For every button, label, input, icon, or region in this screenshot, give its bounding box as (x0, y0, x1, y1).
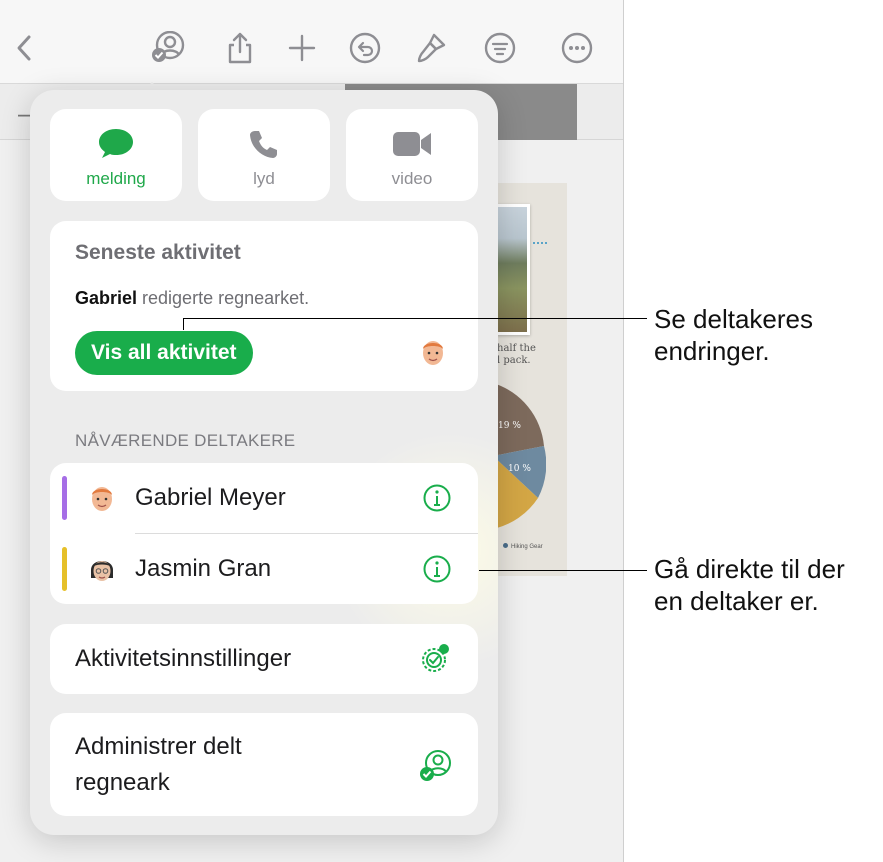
participants-list: Gabriel Meyer Jasmin Gran (50, 463, 478, 604)
app-window: – half the l pack. 19 % 10 % Hiking Gear… (0, 0, 624, 862)
collaboration-icon[interactable] (148, 28, 188, 68)
pie-label-2: 10 % (508, 464, 531, 474)
activity-action: redigerte regnearket. (137, 288, 310, 308)
callout-line-top-tick (183, 318, 184, 330)
info-icon[interactable] (422, 554, 452, 584)
undo-icon[interactable] (345, 28, 385, 68)
participant-color-bar (62, 476, 67, 520)
chart-legend: Hiking Gear (503, 543, 543, 550)
callout-participant-changes: Se deltakeres endringer. (654, 303, 813, 367)
caption-line-1: half the (497, 343, 536, 354)
jasmin-gran-avatar (91, 561, 113, 581)
video-camera-icon (346, 127, 478, 161)
info-icon[interactable] (422, 483, 452, 513)
recent-activity-card: Seneste aktivitet Gabriel redigerte regn… (50, 221, 478, 391)
recent-activity-title: Seneste aktivitet (75, 241, 241, 264)
pie-slice-brown (493, 383, 544, 456)
callout-bottom-line-2: en deltaker er. (654, 586, 819, 616)
gabriel-avatar (423, 341, 443, 365)
mountain-photo (494, 204, 530, 335)
add-icon[interactable] (282, 28, 322, 68)
activity-user: Gabriel (75, 288, 138, 308)
video-call-button[interactable]: video (346, 109, 478, 201)
manage-shared-label-line-1: Administrer delt (75, 733, 242, 760)
participant-row-gabriel[interactable]: Gabriel Meyer (50, 463, 478, 533)
message-label: melding (86, 169, 146, 188)
collaboration-popover: melding lyd video Seneste aktivitet Gabr… (30, 90, 498, 835)
activity-settings-row[interactable]: Aktivitetsinnstillinger (50, 624, 478, 694)
document-caption: half the l pack. (497, 343, 536, 367)
filter-icon[interactable] (480, 28, 520, 68)
activity-summary: Gabriel redigerte regnearket. (75, 288, 309, 309)
show-all-activity-button[interactable]: Vis all aktivitet (75, 331, 253, 375)
gabriel-meyer-avatar (92, 487, 112, 511)
callout-top-line-1: Se deltakeres (654, 304, 813, 334)
participant-name: Jasmin Gran (135, 555, 272, 582)
paintbrush-icon[interactable] (411, 28, 451, 68)
video-label: video (391, 169, 433, 188)
participants-header: NÅVÆRENDE DELTAKERE (75, 431, 296, 450)
manage-shared-label-line-2: regneark (75, 769, 170, 796)
callout-go-to-participant: Gå direkte til der en deltaker er. (654, 553, 845, 617)
manage-shared-label: Administrer delt regneark (75, 729, 242, 801)
callout-top-line-2: endringer. (654, 336, 770, 366)
activity-settings-label: Aktivitetsinnstillinger (75, 645, 292, 672)
legend-dot (503, 543, 508, 548)
manage-shared-spreadsheet-row[interactable]: Administrer delt regneark (50, 713, 478, 816)
audio-call-button[interactable]: lyd (198, 109, 330, 201)
share-icon[interactable] (220, 28, 260, 68)
back-chevron-icon[interactable] (5, 28, 45, 68)
participant-name: Gabriel Meyer (135, 484, 286, 511)
callout-bottom-line-1: Gå direkte til der (654, 554, 845, 584)
participant-row-jasmin[interactable]: Jasmin Gran (50, 534, 478, 604)
participant-color-bar (62, 547, 67, 591)
pie-label-1: 19 % (498, 421, 521, 431)
manage-collaboration-icon (420, 750, 451, 781)
phone-icon (198, 127, 330, 161)
more-icon[interactable] (557, 28, 597, 68)
caption-line-2: l pack. (497, 355, 531, 366)
message-button[interactable]: melding (50, 109, 182, 201)
activity-settings-gear-icon (422, 644, 449, 672)
callout-line-bottom (479, 570, 647, 571)
dotted-line (533, 242, 547, 244)
callout-line-top (183, 318, 647, 319)
toolbar (0, 0, 623, 84)
audio-label: lyd (253, 169, 275, 188)
message-bubble-icon (50, 127, 182, 161)
legend-label: Hiking Gear (511, 544, 543, 550)
